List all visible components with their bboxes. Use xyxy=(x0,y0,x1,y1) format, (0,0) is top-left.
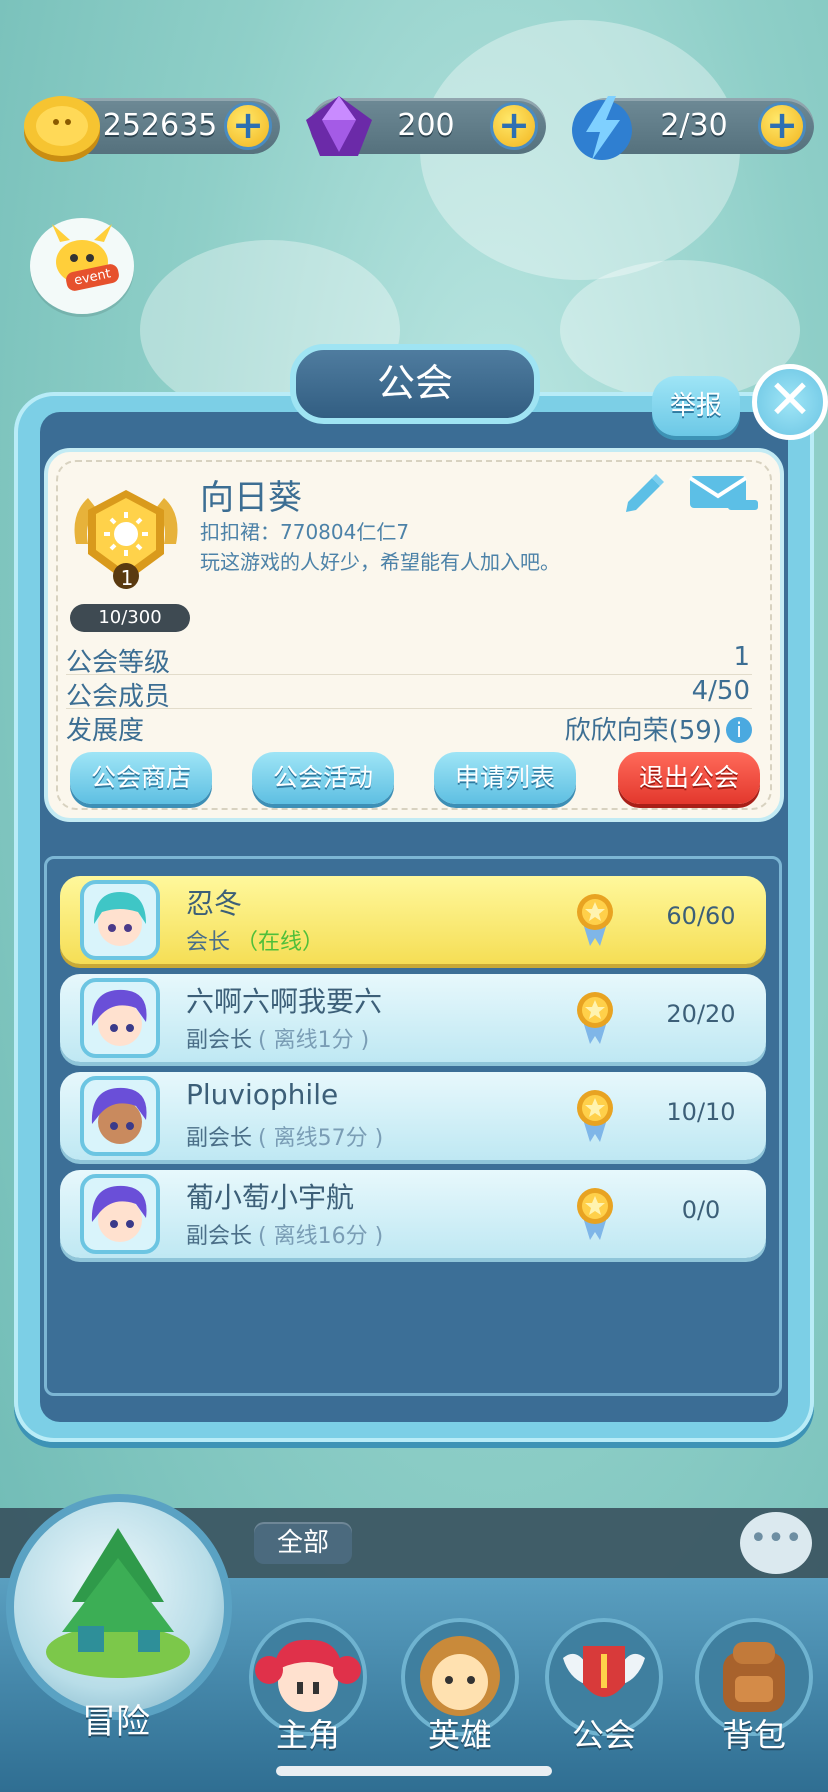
guild-activity-button[interactable]: 公会活动 xyxy=(252,752,394,804)
member-score: 60/60 xyxy=(666,902,736,930)
member-role: 副会长 xyxy=(186,1126,253,1151)
add-gems-button[interactable]: + xyxy=(490,102,538,150)
energy-value: 2/30 xyxy=(660,108,728,143)
nav-heroes[interactable]: 英雄 xyxy=(390,1618,530,1768)
member-status: ( 离线1分 ) xyxy=(258,1028,370,1053)
guild-shop-button[interactable]: 公会商店 xyxy=(70,752,212,804)
avatar-purple-hair-icon xyxy=(91,1185,147,1242)
add-coins-button[interactable]: + xyxy=(224,102,272,150)
medal-icon xyxy=(577,1090,613,1142)
member-row[interactable]: 葡小萄小宇航 副会长( 离线16分 ) 0/0 xyxy=(60,1170,766,1258)
home-indicator[interactable] xyxy=(276,1766,552,1776)
member-row[interactable]: Pluviophile 副会长( 离线57分 ) 10/10 xyxy=(60,1072,766,1160)
nav-label: 背包 xyxy=(721,1716,786,1754)
chat-bubble-icon[interactable]: ••• xyxy=(740,1512,812,1574)
island-tree-icon xyxy=(46,1528,190,1678)
member-status: ( 离线57分 ) xyxy=(258,1126,384,1151)
coins-value: 252635 xyxy=(102,108,218,143)
add-energy-button[interactable]: + xyxy=(758,102,806,150)
gem-icon xyxy=(306,96,372,156)
member-name: Pluviophile xyxy=(186,1078,339,1111)
member-role-line: 副会长( 离线57分 ) xyxy=(186,1120,383,1152)
guild-name: 向日葵 xyxy=(200,478,302,518)
application-list-button[interactable]: 申请列表 xyxy=(434,752,576,804)
mail-icon[interactable] xyxy=(688,470,760,512)
avatar xyxy=(80,1174,160,1254)
stat-label: 发展度 xyxy=(66,716,145,746)
stat-value: 欣欣向荣(59) xyxy=(564,716,722,746)
medal-icon xyxy=(577,992,613,1044)
member-role: 副会长 xyxy=(186,1224,253,1249)
member-status: ( 离线16分 ) xyxy=(258,1224,384,1249)
guild-contact: 扣扣裙：770804仁仁7 xyxy=(200,520,410,544)
guild-motto: 玩这游戏的人好少，希望能有人加入吧。 xyxy=(200,550,560,574)
stat-label: 公会成员 xyxy=(66,682,171,712)
member-role: 会长 xyxy=(186,930,231,955)
nav-label: 公会 xyxy=(571,1716,636,1754)
member-name: 忍冬 xyxy=(186,887,243,920)
coin-icon xyxy=(24,96,100,162)
stat-row-development: 发展度 欣欣向荣(59) i xyxy=(66,710,752,746)
panel-title: 公会 xyxy=(290,344,540,424)
member-row[interactable]: 六啊六啊我要六 副会长( 离线1分 ) 20/20 xyxy=(60,974,766,1062)
member-score: 20/20 xyxy=(666,1000,736,1028)
avatar xyxy=(80,880,160,960)
avatar-purple-hair-icon xyxy=(91,1087,147,1144)
avatar-purple-hair-icon xyxy=(91,989,147,1046)
medal-icon xyxy=(577,1188,613,1240)
member-role-line: 副会长( 离线1分 ) xyxy=(186,1022,369,1054)
nav-label: 英雄 xyxy=(427,1716,492,1754)
leave-guild-button[interactable]: 退出公会 xyxy=(618,752,760,804)
member-role-line: 会长 （在线） xyxy=(186,924,324,956)
guild-progress-bar: 10/300 xyxy=(70,604,190,632)
stat-label: 公会等级 xyxy=(66,648,171,678)
edit-pencil-icon[interactable] xyxy=(622,470,664,512)
member-role: 副会长 xyxy=(186,1028,253,1053)
nav-label: 主角 xyxy=(275,1716,340,1754)
member-role-line: 副会长( 离线16分 ) xyxy=(186,1218,383,1250)
member-status: （在线） xyxy=(236,930,325,955)
chat-filter-button[interactable]: 全部 xyxy=(254,1522,352,1564)
medal-icon xyxy=(577,894,613,946)
member-score: 0/0 xyxy=(681,1196,721,1224)
member-row[interactable]: 忍冬 会长 （在线） 60/60 xyxy=(60,876,766,964)
avatar xyxy=(80,1076,160,1156)
member-name: 六啊六啊我要六 xyxy=(186,985,383,1018)
stat-value: 4/50 xyxy=(691,676,750,706)
lightning-icon xyxy=(572,96,632,160)
event-button[interactable]: event xyxy=(30,218,134,314)
stat-row-members: 公会成员 4/50 xyxy=(66,676,752,712)
info-icon[interactable]: i xyxy=(726,717,752,743)
stat-value: 1 xyxy=(733,642,750,672)
nav-main-character[interactable]: 主角 xyxy=(238,1618,378,1768)
report-button[interactable]: 举报 xyxy=(652,376,740,436)
badge-level: 1 xyxy=(120,566,134,590)
adventure-button[interactable] xyxy=(6,1494,232,1720)
member-name: 葡小萄小宇航 xyxy=(186,1181,355,1214)
member-score: 10/10 xyxy=(666,1098,736,1126)
event-mascot-icon xyxy=(52,224,112,284)
gems-value: 200 xyxy=(397,108,455,143)
stat-value-wrap: 欣欣向荣(59) i xyxy=(565,710,752,747)
nav-label-adventure: 冒险 xyxy=(82,1702,150,1742)
close-button[interactable]: ✕ xyxy=(752,364,828,440)
stat-row-level: 公会等级 1 xyxy=(66,642,752,678)
nav-guild[interactable]: 公会 xyxy=(534,1618,674,1768)
avatar-teal-hair-icon xyxy=(94,892,146,946)
avatar xyxy=(80,978,160,1058)
nav-bag[interactable]: 背包 xyxy=(684,1618,824,1768)
